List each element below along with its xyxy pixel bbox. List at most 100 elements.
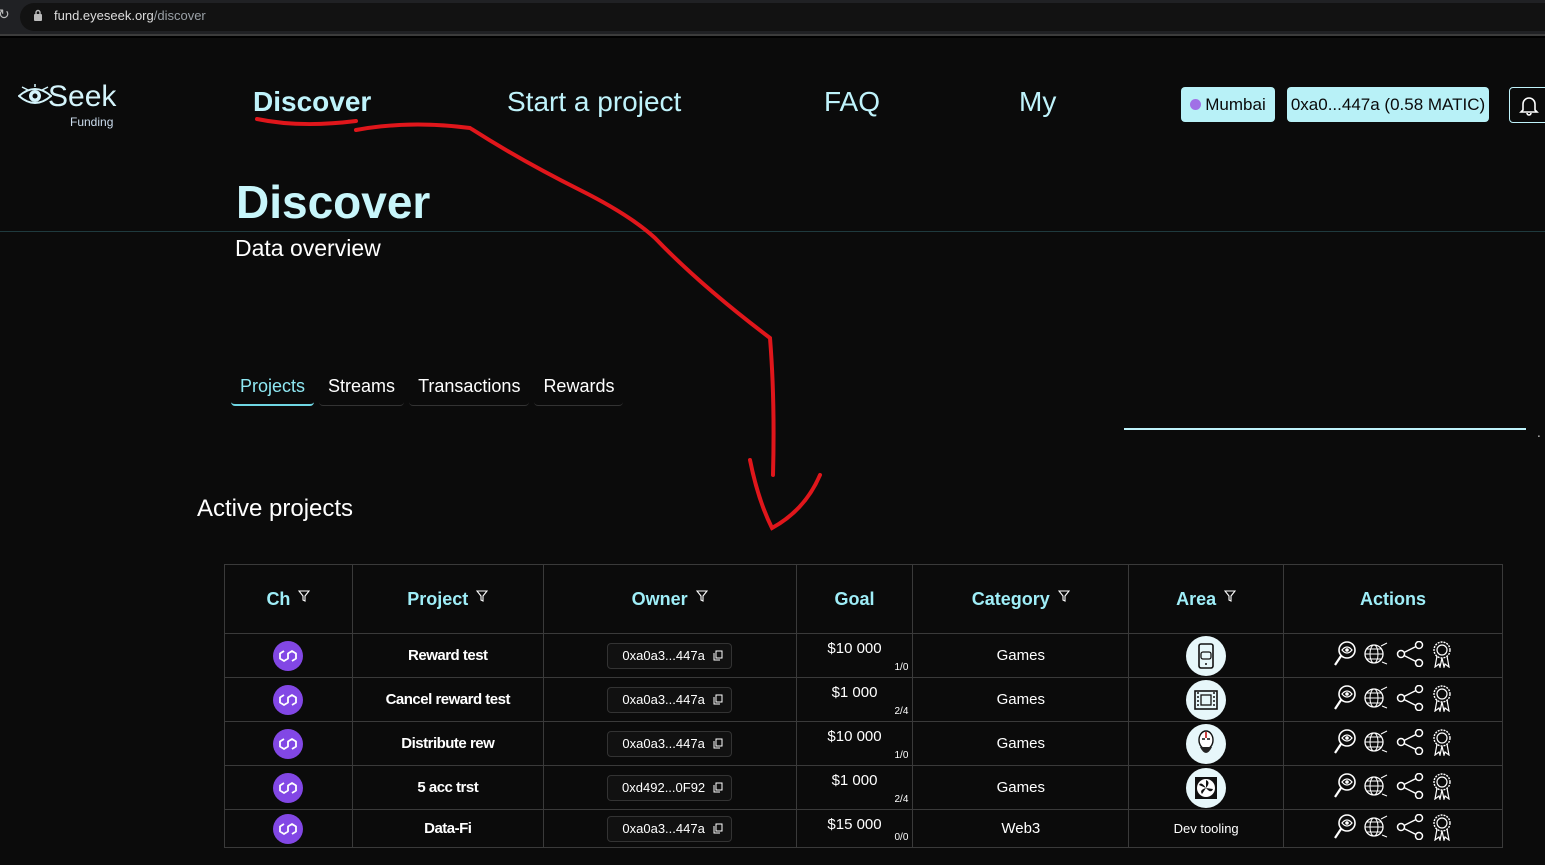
row-actions <box>1333 640 1453 672</box>
project-cell[interactable]: Data-Fi <box>351 809 544 848</box>
header-project: Project <box>351 564 544 634</box>
owner-cell: 0xa0a3...447a <box>542 721 797 766</box>
nav-start-project[interactable]: Start a project <box>507 86 681 118</box>
copy-icon[interactable] <box>713 737 723 752</box>
project-cell[interactable]: Reward test <box>351 633 544 678</box>
view-icon[interactable] <box>1333 772 1357 803</box>
header-actions-label: Actions <box>1360 588 1427 609</box>
header-category-label: Category <box>971 588 1050 609</box>
share-icon[interactable] <box>1395 772 1425 803</box>
owner-address[interactable]: 0xa0a3...447a <box>607 730 732 757</box>
reward-icon[interactable] <box>1431 813 1453 845</box>
web-icon[interactable] <box>1363 686 1389 714</box>
notifications-button[interactable] <box>1509 87 1545 123</box>
share-icon[interactable] <box>1395 684 1425 715</box>
category-label: Games <box>996 691 1045 708</box>
share-icon[interactable] <box>1395 728 1425 759</box>
filter-icon[interactable] <box>298 589 311 602</box>
category-label: Web3 <box>1001 820 1041 837</box>
owner-address[interactable]: 0xa0a3...447a <box>607 642 732 669</box>
owner-address[interactable]: 0xa0a3...447a <box>607 686 732 713</box>
category-cell: Games <box>912 765 1130 810</box>
actions-cell <box>1283 633 1503 678</box>
share-icon[interactable] <box>1395 640 1425 671</box>
header-ch: Ch <box>224 564 353 634</box>
goal-ratio: 0/0 <box>894 832 909 843</box>
owner-address-text: 0xa0a3...447a <box>622 647 705 663</box>
view-icon[interactable] <box>1333 640 1357 671</box>
header-ch-label: Ch <box>266 588 291 609</box>
copy-icon[interactable] <box>713 822 723 837</box>
mobile-game-icon <box>1186 635 1227 676</box>
project-cell[interactable]: 5 acc trst <box>351 765 544 810</box>
reload-icon[interactable]: ↻ <box>0 7 10 23</box>
web-icon[interactable] <box>1363 730 1389 758</box>
fan-icon <box>1186 767 1227 808</box>
nav-discover[interactable]: Discover <box>253 86 371 118</box>
table-row[interactable]: 5 acc trst 0xd492...0F92 $1 000 2/4 Games <box>224 765 1503 810</box>
page-subtitle: Data overview <box>235 235 381 261</box>
project-name[interactable]: Reward test <box>408 647 488 664</box>
logo[interactable]: Seek Funding <box>18 80 128 130</box>
chain-cell <box>224 633 353 678</box>
project-name[interactable]: Distribute rew <box>401 735 495 752</box>
table-row[interactable]: Data-Fi 0xa0a3...447a $15 000 0/0 Web3 De… <box>224 809 1503 848</box>
copy-icon[interactable] <box>713 649 723 664</box>
view-icon[interactable] <box>1333 813 1357 844</box>
reward-icon[interactable] <box>1431 772 1453 804</box>
actions-cell <box>1283 677 1503 722</box>
header-goal-label: Goal <box>834 588 875 609</box>
category-cell: Games <box>912 677 1130 722</box>
header-project-label: Project <box>407 588 469 609</box>
web-icon[interactable] <box>1363 774 1389 802</box>
owner-address[interactable]: 0xa0a3...447a <box>607 815 732 842</box>
owner-address[interactable]: 0xd492...0F92 <box>607 774 733 801</box>
table-row[interactable]: Cancel reward test 0xa0a3...447a $1 000 2… <box>224 677 1503 722</box>
reward-icon[interactable] <box>1431 640 1453 672</box>
row-actions <box>1333 772 1453 804</box>
goal-cell: $1 000 2/4 <box>795 677 914 722</box>
table-row[interactable]: Reward test 0xa0a3...447a $10 000 1/0 Gam… <box>224 633 1503 678</box>
filter-icon[interactable] <box>476 589 489 602</box>
web-icon[interactable] <box>1363 815 1389 843</box>
wallet-button[interactable]: 0xa0...447a (0.58 MATIC) <box>1287 87 1489 122</box>
table-row[interactable]: Distribute rew 0xa0a3...447a $10 000 1/0 … <box>224 721 1503 766</box>
copy-icon[interactable] <box>713 693 723 708</box>
bell-icon <box>1519 97 1539 116</box>
nav-faq[interactable]: FAQ <box>824 86 880 118</box>
tab-projects[interactable]: Projects <box>231 368 315 406</box>
filter-icon[interactable] <box>1224 589 1237 602</box>
owner-address-text: 0xa0a3...447a <box>622 820 705 836</box>
warrior-icon <box>1186 723 1227 764</box>
url-field[interactable] <box>20 3 1545 31</box>
project-cell[interactable]: Distribute rew <box>351 721 544 766</box>
actions-cell <box>1283 765 1503 810</box>
share-icon[interactable] <box>1395 813 1425 844</box>
project-name[interactable]: Cancel reward test <box>386 691 511 708</box>
decorative-line <box>1124 428 1526 430</box>
category-cell: Games <box>912 633 1130 678</box>
project-name[interactable]: 5 acc trst <box>417 779 478 796</box>
header-owner-label: Owner <box>631 588 688 609</box>
project-cell[interactable]: Cancel reward test <box>351 677 544 722</box>
goal-ratio: 2/4 <box>894 706 909 717</box>
reward-icon[interactable] <box>1431 728 1453 760</box>
copy-icon[interactable] <box>713 781 723 796</box>
category-cell: Web3 <box>912 809 1130 848</box>
tab-rewards[interactable]: Rewards <box>534 368 624 406</box>
filter-icon[interactable] <box>1057 589 1070 602</box>
decorative-dot: . <box>1537 426 1541 440</box>
tab-streams[interactable]: Streams <box>319 368 405 406</box>
view-icon[interactable] <box>1333 684 1357 715</box>
reward-icon[interactable] <box>1431 684 1453 716</box>
project-name[interactable]: Data-Fi <box>424 820 472 837</box>
section-title: Active projects <box>197 495 354 522</box>
filter-icon[interactable] <box>695 589 708 602</box>
nav-my[interactable]: My <box>1019 86 1056 118</box>
view-icon[interactable] <box>1333 728 1357 759</box>
network-button[interactable]: Mumbai <box>1181 87 1275 122</box>
tab-transactions[interactable]: Transactions <box>409 368 530 406</box>
eye-logo-icon <box>18 84 52 104</box>
owner-cell: 0xa0a3...447a <box>542 633 797 678</box>
web-icon[interactable] <box>1363 642 1389 670</box>
